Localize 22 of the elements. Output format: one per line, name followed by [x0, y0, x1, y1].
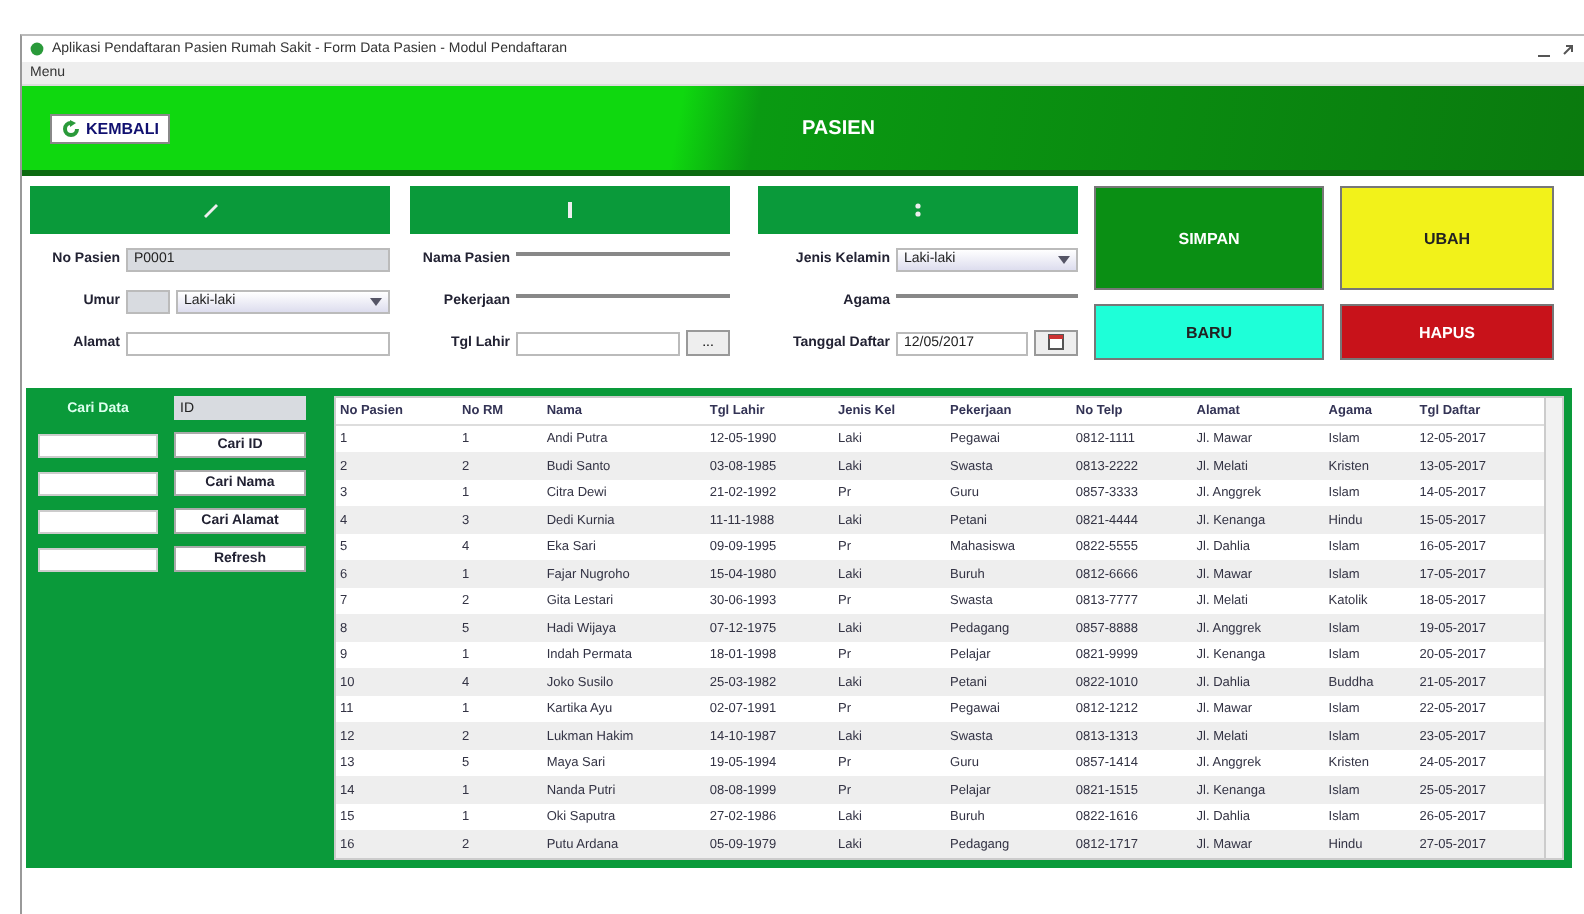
maximize-icon[interactable] [1560, 41, 1576, 57]
input-field[interactable] [38, 509, 158, 533]
calendar-button[interactable] [1034, 330, 1078, 356]
page-title: PASIEN [802, 117, 875, 139]
input-field[interactable] [126, 331, 390, 355]
action-button[interactable]: HAPUS [1340, 304, 1554, 360]
action-button[interactable]: BARU [1094, 304, 1324, 360]
calendar-icon [1048, 333, 1064, 349]
input-field[interactable] [516, 331, 680, 355]
refresh-icon [62, 119, 80, 137]
input-field[interactable] [38, 471, 158, 495]
app-icon [30, 42, 44, 56]
back-button[interactable]: KEMBALI [50, 113, 171, 143]
scrollbar[interactable] [1544, 398, 1562, 858]
pencil-icon [200, 200, 220, 220]
input-field[interactable] [126, 289, 170, 313]
input-field[interactable] [38, 433, 158, 457]
action-button[interactable]: SIMPAN [1094, 186, 1324, 290]
action-button[interactable]: UBAH [1340, 186, 1554, 290]
input-field[interactable] [38, 547, 158, 571]
dropdown-arrow-icon [370, 295, 382, 307]
dropdown-arrow-icon [1058, 253, 1070, 265]
